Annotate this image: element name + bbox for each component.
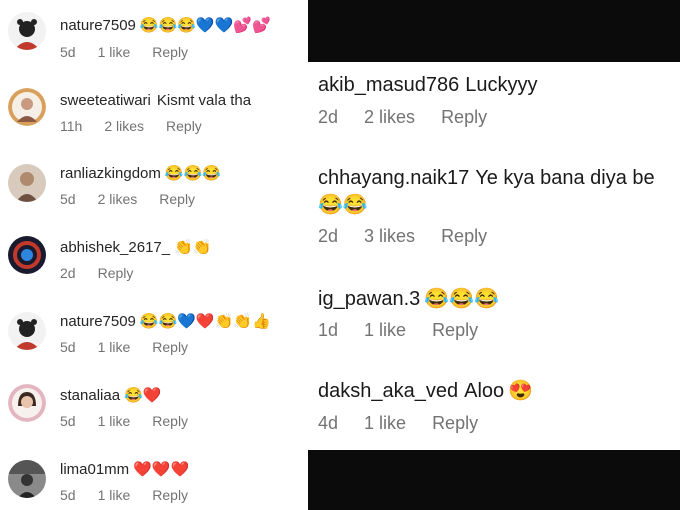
reply-button[interactable]: Reply xyxy=(152,339,188,355)
comment-row: stanaliaa 😂❤️ 5d 1 like Reply xyxy=(0,370,308,440)
comment-emoji: 😍 xyxy=(508,380,534,402)
reply-button[interactable]: Reply xyxy=(152,44,188,60)
timestamp: 2d xyxy=(318,226,339,246)
reply-button[interactable]: Reply xyxy=(441,107,487,127)
likes-count[interactable]: 1 like xyxy=(98,339,131,355)
reply-button[interactable]: Reply xyxy=(432,413,478,433)
timestamp: 5d xyxy=(60,339,76,355)
reply-button[interactable]: Reply xyxy=(441,226,487,246)
username[interactable]: akib_masud786 xyxy=(318,74,459,96)
reply-button[interactable]: Reply xyxy=(152,413,188,429)
comment-text: Ye kya bana diya be xyxy=(475,167,655,189)
comment-emoji: 😂😂💙❤️👏👏👍 xyxy=(139,313,271,330)
timestamp: 2d xyxy=(318,107,339,127)
reply-button[interactable]: Reply xyxy=(152,487,188,503)
timestamp: 1d xyxy=(318,320,339,340)
comment-text: Luckyyy xyxy=(465,74,538,96)
comment-emoji: 😂😂😂 xyxy=(164,165,221,182)
bottom-black-bar xyxy=(308,450,680,510)
timestamp: 5d xyxy=(60,413,76,429)
avatar[interactable] xyxy=(8,12,46,50)
comment-text: Kismt vala tha xyxy=(156,92,252,109)
reply-button[interactable]: Reply xyxy=(432,320,478,340)
likes-count[interactable]: 1 like xyxy=(98,44,131,60)
left-comments-panel: nature7509 😂😂😂💙💙💕💕 5d 1 like Reply sweeteat… xyxy=(0,0,308,510)
reply-button[interactable]: Reply xyxy=(166,118,202,134)
comment-text: Aloo xyxy=(464,380,505,402)
username[interactable]: abhishek_2617_ xyxy=(60,239,170,256)
avatar[interactable] xyxy=(8,384,46,422)
likes-count[interactable]: 1 like xyxy=(364,413,406,433)
username[interactable]: stanaliaa xyxy=(60,387,120,404)
avatar[interactable] xyxy=(8,88,46,126)
timestamp: 2d xyxy=(60,265,76,281)
likes-count[interactable]: 1 like xyxy=(98,487,131,503)
username[interactable]: ig_pawan.3 xyxy=(318,288,420,310)
top-black-bar xyxy=(308,0,680,62)
likes-count[interactable]: 1 like xyxy=(364,320,406,340)
comment-row: nature7509 😂😂😂💙💙💕💕 5d 1 like Reply xyxy=(0,0,308,70)
comment-emoji: 😂😂😂 xyxy=(424,288,500,310)
likes-count[interactable]: 3 likes xyxy=(364,226,415,246)
comment-row: abhishek_2617_ 👏👏 2d Reply xyxy=(0,222,308,292)
reply-button[interactable]: Reply xyxy=(98,265,134,281)
avatar[interactable] xyxy=(8,460,46,498)
likes-count[interactable]: 2 likes xyxy=(364,107,415,127)
timestamp: 4d xyxy=(318,413,339,433)
username[interactable]: nature7509 xyxy=(60,17,136,34)
comment-row: ranliazkingdom 😂😂😂 5d 2 likes Reply xyxy=(0,148,308,218)
avatar[interactable] xyxy=(8,164,46,202)
comment-emoji: 👏👏 xyxy=(174,239,212,256)
username[interactable]: sweeteatiwari xyxy=(60,92,151,109)
right-comments-panel: akib_masud786 Luckyyy 2d 2 likes Reply chha… xyxy=(308,0,680,510)
avatar[interactable] xyxy=(8,312,46,350)
comment-emoji: ❤️❤️❤️ xyxy=(133,461,190,478)
username[interactable]: lima01mm xyxy=(60,461,129,478)
timestamp: 11h xyxy=(60,118,83,134)
comment-row: sweeteatiwari Kismt vala tha 11h 2 likes Re… xyxy=(0,74,308,144)
likes-count[interactable]: 2 likes xyxy=(104,118,144,134)
timestamp: 5d xyxy=(60,191,76,207)
avatar[interactable] xyxy=(8,236,46,274)
reply-button[interactable]: Reply xyxy=(159,191,195,207)
comment-emoji: 😂😂😂💙💙💕💕 xyxy=(139,17,271,34)
comment-row: nature7509 😂😂💙❤️👏👏👍 5d 1 like Reply xyxy=(0,296,308,366)
comment-emoji: 😂❤️ xyxy=(124,387,162,404)
username[interactable]: chhayang.naik17 xyxy=(318,167,469,189)
username[interactable]: ranliazkingdom xyxy=(60,165,161,182)
comment-row: lima01mm ❤️❤️❤️ 5d 1 like Reply xyxy=(0,444,308,510)
likes-count[interactable]: 1 like xyxy=(98,413,131,429)
timestamp: 5d xyxy=(60,44,76,60)
timestamp: 5d xyxy=(60,487,76,503)
username[interactable]: nature7509 xyxy=(60,313,136,330)
username[interactable]: daksh_aka_ved xyxy=(318,380,458,402)
comment-emoji: 😂😂 xyxy=(318,194,368,216)
likes-count[interactable]: 2 likes xyxy=(98,191,138,207)
